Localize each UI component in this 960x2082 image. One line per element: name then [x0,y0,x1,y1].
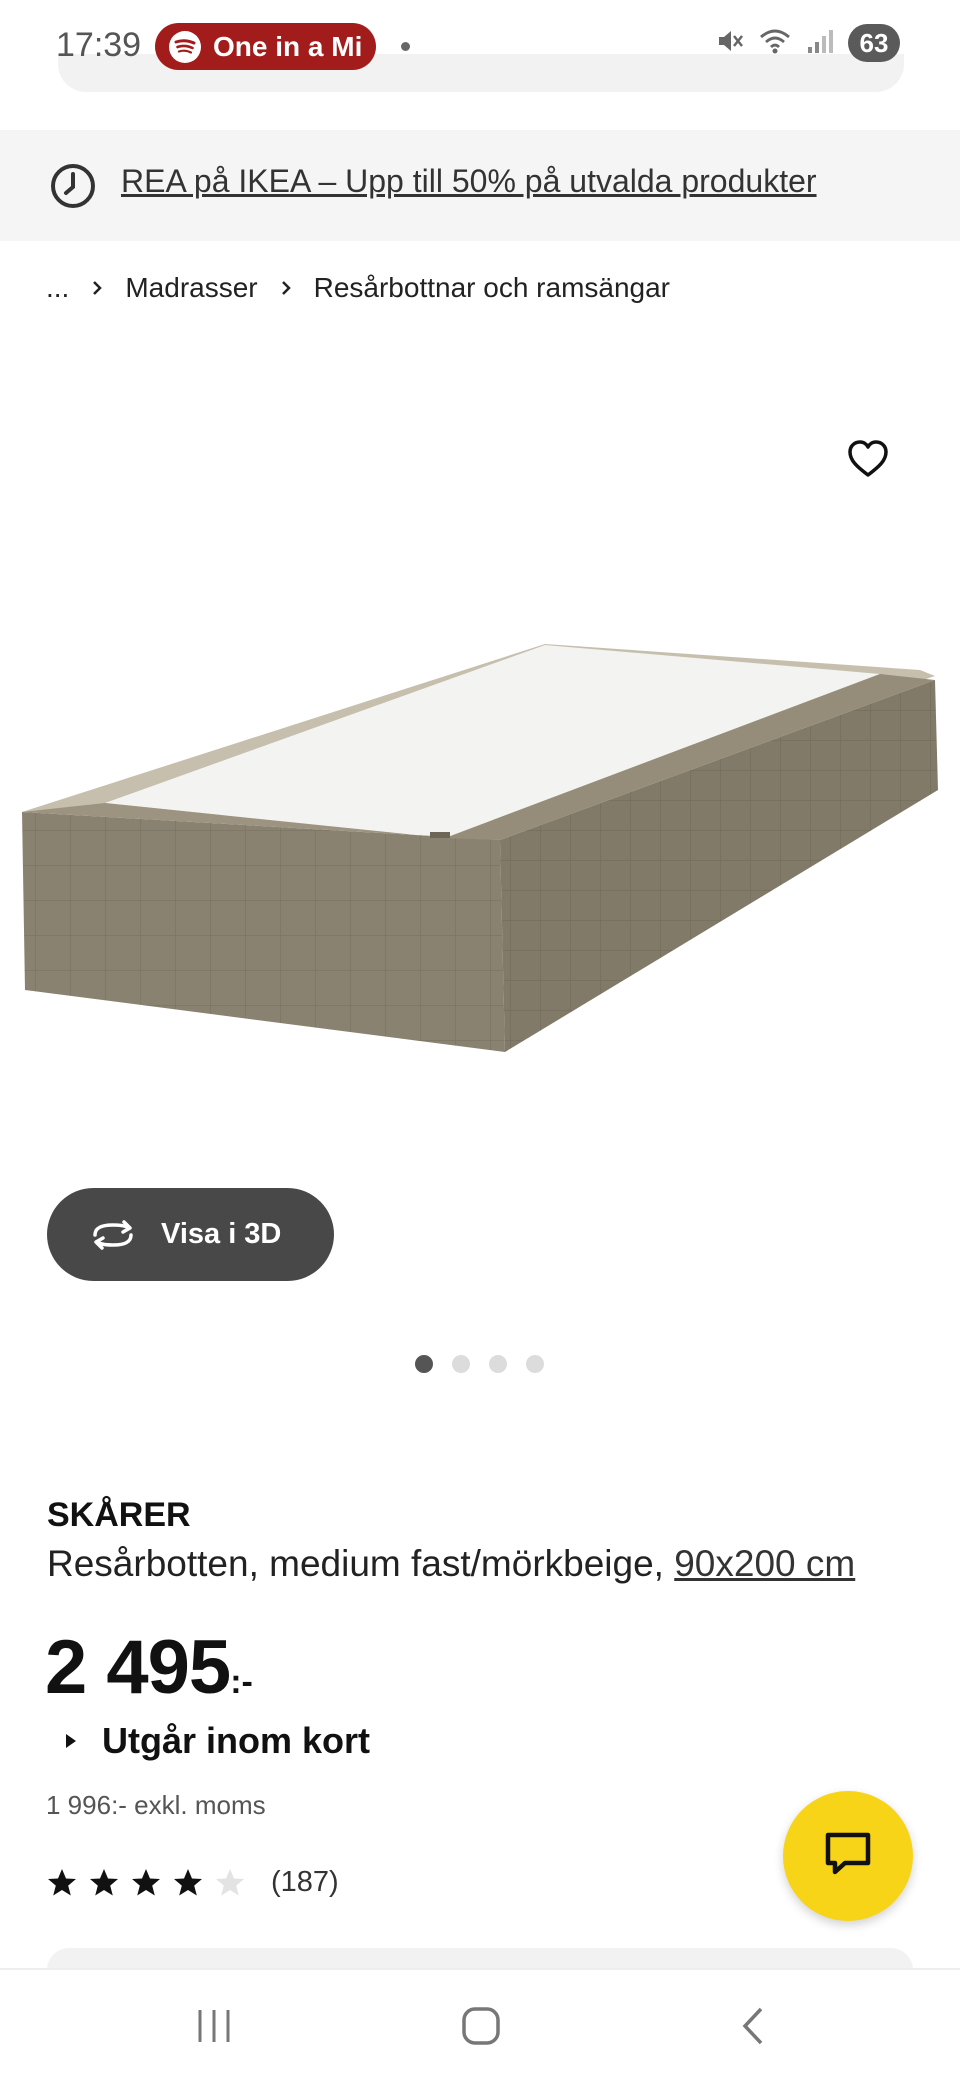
carousel-dot[interactable] [489,1355,507,1373]
carousel-dot[interactable] [526,1355,544,1373]
favorite-button[interactable] [843,436,893,486]
price-value: 2 495 [45,1625,231,1710]
status-bar: 17:39 One in a Mi 63 [0,0,960,92]
product-price: 2 495 :- [45,1624,253,1711]
chat-button[interactable] [783,1791,913,1921]
rating-stars [47,1868,245,1897]
mute-icon [714,26,744,61]
media-title: One in a Mi [213,30,363,62]
back-icon[interactable] [733,2006,773,2051]
size-link[interactable]: 90x200 cm [674,1543,855,1584]
product-description: Resårbotten, medium fast/mörkbeige, 90x2… [47,1543,855,1585]
notification-dot [401,42,410,51]
star-empty-icon [216,1869,244,1896]
product-image[interactable] [0,620,960,1080]
carousel-indicator [415,1355,544,1373]
star-icon [90,1869,118,1896]
system-nav-bar [0,1968,960,2082]
breadcrumb-madrasser[interactable]: Madrasser [125,272,257,304]
rating-summary[interactable]: (187) [47,1866,339,1899]
battery-indicator: 63 [848,24,900,62]
home-icon[interactable] [461,2006,501,2051]
wifi-icon [758,26,792,61]
clock-time: 17:39 [56,26,142,64]
chevron-right-icon [91,279,103,297]
rotate-3d-icon [89,1218,137,1252]
recent-apps-icon[interactable] [194,2006,234,2051]
star-icon [132,1869,160,1896]
availability-toggle[interactable]: Utgår inom kort [66,1720,370,1762]
signal-icon [806,26,834,61]
view-3d-label: Visa i 3D [161,1218,282,1250]
star-icon [48,1869,76,1896]
view-3d-button[interactable]: Visa i 3D [47,1188,334,1281]
caret-right-icon [66,1734,76,1748]
breadcrumb-ellipsis[interactable]: ... [46,272,69,304]
review-count: (187) [271,1866,339,1898]
price-excl-vat: 1 996:- exkl. moms [46,1790,266,1820]
price-suffix: :- [230,1663,253,1701]
system-icons: 63 [714,24,900,62]
clock-icon [49,162,97,215]
star-icon [174,1869,202,1896]
promo-link[interactable]: REA på IKEA – Upp till 50% på utvalda pr… [121,163,817,200]
availability-text: Utgår inom kort [102,1720,371,1761]
breadcrumb-current[interactable]: Resårbottnar och ramsängar [314,272,670,304]
promo-banner: REA på IKEA – Upp till 50% på utvalda pr… [0,130,960,241]
breadcrumb: ... Madrasser Resårbottnar och ramsängar [46,272,670,304]
chat-icon [823,1831,873,1882]
product-name: SKÅRER [47,1496,191,1534]
carousel-dot[interactable] [452,1355,470,1373]
chevron-right-icon [280,279,292,297]
product-description-text: Resårbotten, medium fast/mörkbeige, [47,1543,664,1584]
heart-icon [846,439,890,484]
media-playing-chip[interactable]: One in a Mi [155,23,376,70]
carousel-dot[interactable] [415,1355,433,1373]
spotify-icon [169,30,201,63]
